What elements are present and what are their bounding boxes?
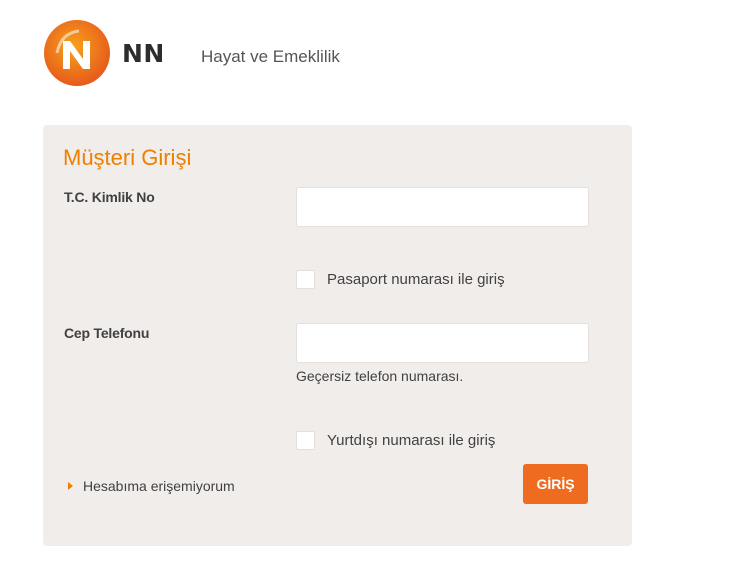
passport-checkbox-label: Pasaport numarası ile giriş bbox=[327, 271, 505, 288]
phone-input[interactable] bbox=[296, 323, 589, 363]
passport-login-option[interactable]: Pasaport numarası ile giriş bbox=[296, 270, 505, 289]
login-button[interactable]: GİRİŞ bbox=[523, 464, 588, 504]
phone-label: Cep Telefonu bbox=[64, 325, 150, 341]
abroad-checkbox-label: Yurtdışı numarası ile giriş bbox=[327, 432, 496, 449]
tc-input[interactable] bbox=[296, 187, 589, 227]
caret-right-icon bbox=[68, 482, 73, 490]
tc-label: T.C. Kimlik No bbox=[64, 189, 155, 205]
abroad-checkbox[interactable] bbox=[296, 431, 315, 450]
abroad-login-option[interactable]: Yurtdışı numarası ile giriş bbox=[296, 431, 495, 450]
nn-lion-logo-icon bbox=[43, 19, 111, 87]
phone-error-message: Geçersiz telefon numarası. bbox=[296, 368, 464, 384]
passport-checkbox[interactable] bbox=[296, 270, 315, 289]
panel-title: Müşteri Girişi bbox=[63, 145, 192, 170]
login-page: NN Hayat ve Emeklilik Müşteri Girişi T.C… bbox=[0, 0, 735, 569]
forgot-access-label: Hesabıma erişemiyorum bbox=[83, 478, 235, 494]
brand-tagline: Hayat ve Emeklilik bbox=[201, 47, 340, 66]
forgot-access-link[interactable]: Hesabıma erişemiyorum bbox=[68, 478, 235, 494]
brand-name: NN bbox=[122, 39, 165, 68]
login-panel: Müşteri Girişi T.C. Kimlik No Pasaport n… bbox=[43, 125, 632, 546]
